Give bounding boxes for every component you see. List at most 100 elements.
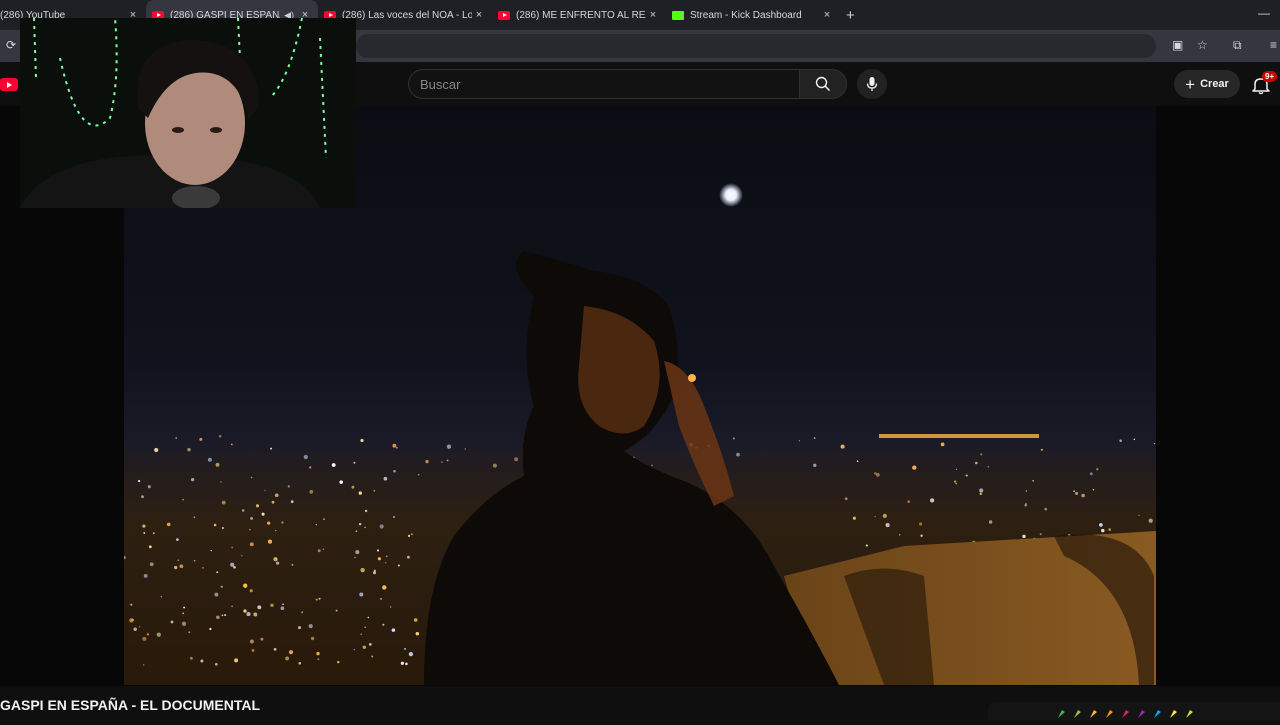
- city-light: [251, 648, 255, 652]
- city-light: [257, 605, 262, 610]
- city-light: [182, 612, 184, 615]
- minimize-icon[interactable]: —: [1258, 6, 1270, 20]
- city-light: [221, 526, 224, 530]
- city-light: [1153, 442, 1156, 445]
- youtube-logo-icon[interactable]: [0, 78, 18, 91]
- city-light: [152, 532, 155, 535]
- city-light: [199, 437, 203, 441]
- city-light: [736, 452, 740, 457]
- city-light: [407, 534, 411, 538]
- city-light: [1025, 490, 1027, 492]
- city-light: [362, 645, 366, 649]
- emote-row: [1058, 710, 1193, 718]
- city-light: [813, 463, 817, 467]
- emote-icon: [1106, 710, 1113, 718]
- city-light: [190, 477, 195, 482]
- city-light: [339, 480, 343, 484]
- close-icon[interactable]: ×: [820, 9, 834, 21]
- city-light: [200, 659, 204, 663]
- emote-panel: [988, 702, 1280, 720]
- browser-tab[interactable]: (286) ME ENFRENTO AL REAL M ×: [492, 0, 666, 30]
- city-light: [405, 662, 408, 666]
- city-light: [318, 597, 321, 600]
- emote-icon: [1122, 710, 1129, 718]
- city-light: [215, 462, 220, 467]
- city-light: [183, 606, 186, 609]
- bookmark-star-icon[interactable]: ☆: [1197, 38, 1208, 52]
- city-light: [220, 481, 222, 483]
- city-light: [380, 597, 382, 600]
- city-light: [980, 453, 983, 456]
- city-light: [323, 518, 325, 520]
- city-light: [415, 631, 420, 636]
- city-light: [865, 544, 868, 547]
- city-light: [216, 615, 220, 620]
- city-light: [231, 546, 234, 549]
- city-light: [234, 658, 239, 663]
- city-light: [406, 555, 410, 559]
- city-light: [308, 624, 313, 629]
- city-light: [193, 516, 196, 519]
- city-light: [322, 548, 325, 551]
- search-button[interactable]: [799, 69, 847, 99]
- city-light: [301, 611, 303, 614]
- menu-icon[interactable]: ≡: [1270, 38, 1277, 52]
- new-tab-button[interactable]: +: [846, 7, 855, 24]
- city-light: [404, 647, 406, 650]
- city-light: [464, 448, 466, 450]
- city-light: [250, 476, 253, 479]
- reload-icon[interactable]: ⟳: [6, 38, 16, 52]
- city-light: [367, 616, 370, 619]
- city-light: [193, 559, 196, 562]
- city-light: [1039, 533, 1042, 536]
- video-title: GASPI EN ESPAÑA - EL DOCUMENTAL: [0, 697, 261, 713]
- city-light: [385, 555, 388, 558]
- city-light: [1044, 507, 1048, 511]
- extensions-icon[interactable]: ⧉: [1233, 38, 1242, 53]
- city-light: [331, 463, 336, 467]
- tab-title: (286) Las voces del NOA - Los I: [342, 9, 472, 21]
- city-light: [410, 533, 413, 536]
- browser-tab[interactable]: Stream - Kick Dashboard ×: [666, 0, 840, 30]
- city-light: [351, 485, 355, 489]
- emote-icon: [1154, 710, 1161, 718]
- close-icon[interactable]: ×: [646, 9, 660, 21]
- city-light: [182, 498, 184, 501]
- city-light: [813, 437, 816, 440]
- city-light: [1022, 534, 1026, 539]
- city-light: [1089, 472, 1093, 476]
- city-light: [373, 569, 376, 572]
- city-light: [148, 545, 152, 549]
- city-light: [287, 485, 290, 488]
- city-light: [358, 522, 362, 526]
- city-light: [1032, 480, 1034, 482]
- city-light: [1073, 490, 1075, 492]
- voice-search-button[interactable]: [857, 69, 887, 99]
- city-light: [441, 461, 443, 463]
- city-light: [382, 585, 387, 590]
- city-light: [160, 595, 163, 598]
- city-light: [267, 521, 271, 525]
- cigarette-ember: [688, 374, 696, 382]
- city-light: [246, 612, 251, 617]
- tab-title: (286) ME ENFRENTO AL REAL M: [516, 9, 646, 21]
- city-light: [214, 592, 219, 597]
- city-light: [979, 492, 982, 496]
- city-light: [353, 461, 356, 464]
- city-light: [425, 459, 429, 464]
- cast-icon[interactable]: ▣: [1172, 38, 1183, 52]
- microphone-icon: [866, 77, 878, 91]
- emote-icon: [1138, 710, 1145, 718]
- city-light: [885, 523, 890, 528]
- city-light: [979, 488, 984, 493]
- address-bar[interactable]: [356, 34, 1156, 58]
- search-input[interactable]: [409, 70, 799, 98]
- city-light: [291, 563, 294, 566]
- city-light: [1119, 439, 1122, 442]
- city-light: [241, 509, 245, 512]
- emote-icon: [1058, 710, 1065, 718]
- city-light: [355, 530, 358, 533]
- close-icon[interactable]: ×: [472, 9, 486, 21]
- city-light: [912, 465, 917, 470]
- create-button[interactable]: + Crear: [1174, 70, 1240, 98]
